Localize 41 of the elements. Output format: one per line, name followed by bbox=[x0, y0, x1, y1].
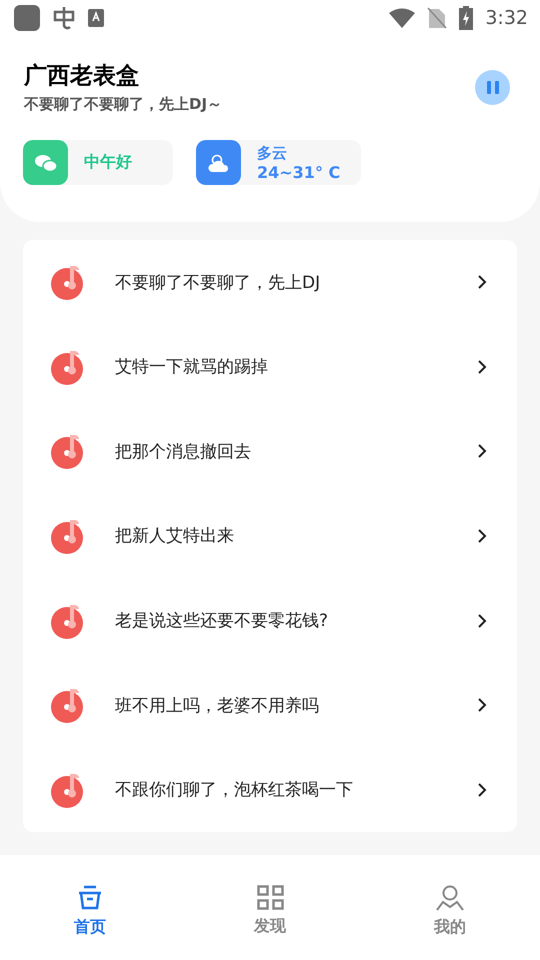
song-item[interactable]: 不要聊了不要聊了，先上DJ bbox=[23, 240, 517, 324]
song-item[interactable]: 不跟你们聊了，泡杯红茶喝一下 bbox=[23, 748, 517, 832]
music-disc-icon bbox=[51, 772, 85, 808]
song-item[interactable]: 把那个消息撤回去 bbox=[23, 410, 517, 493]
status-time: 3:32 bbox=[485, 7, 528, 29]
battery-icon bbox=[459, 6, 474, 30]
nav-tab[interactable]: 首页 bbox=[0, 855, 180, 960]
temperature-text: 24~31° C bbox=[257, 162, 340, 182]
music-disc-icon bbox=[51, 602, 85, 639]
grid-icon bbox=[256, 885, 284, 910]
chevron-right-icon bbox=[477, 358, 487, 375]
music-disc-icon bbox=[51, 687, 85, 724]
cloud-sun-icon bbox=[208, 152, 230, 172]
chevron-right-icon bbox=[477, 274, 487, 290]
chevron-right-icon bbox=[477, 697, 487, 714]
song-item[interactable]: 艾特一下就骂的踢掉 bbox=[23, 325, 517, 408]
music-disc-icon bbox=[51, 348, 85, 385]
music-disc-icon bbox=[51, 433, 85, 470]
music-disc-icon bbox=[51, 518, 85, 554]
pause-button[interactable] bbox=[475, 70, 510, 104]
song-item[interactable]: 班不用上吗，老婆不用养吗 bbox=[23, 664, 517, 747]
keyboard-icon bbox=[88, 9, 104, 27]
nav-tab[interactable]: 我的 bbox=[360, 855, 540, 960]
basket-icon bbox=[76, 885, 104, 911]
app-title: 广西老表盒 bbox=[24, 62, 140, 91]
song-item[interactable]: 老是说这些还要不要零花钱? bbox=[23, 579, 517, 662]
chevron-right-icon bbox=[477, 782, 487, 798]
user-icon bbox=[436, 885, 464, 911]
music-disc-icon bbox=[51, 264, 85, 300]
greeting-text: 中午好 bbox=[84, 152, 132, 173]
now-playing-text: 不要聊了不要聊了，先上DJ～ bbox=[24, 95, 224, 114]
chevron-right-icon bbox=[477, 443, 487, 460]
nav-tab[interactable]: 发现 bbox=[180, 855, 360, 960]
wifi-icon bbox=[389, 8, 416, 28]
no-sim-icon bbox=[427, 7, 448, 29]
song-item[interactable]: 把新人艾特出来 bbox=[23, 494, 517, 578]
chevron-right-icon bbox=[477, 528, 487, 544]
weather-condition: 多云 bbox=[257, 144, 288, 162]
chevron-right-icon bbox=[477, 612, 487, 629]
chat-icon bbox=[34, 152, 58, 172]
app-icon bbox=[14, 5, 40, 31]
